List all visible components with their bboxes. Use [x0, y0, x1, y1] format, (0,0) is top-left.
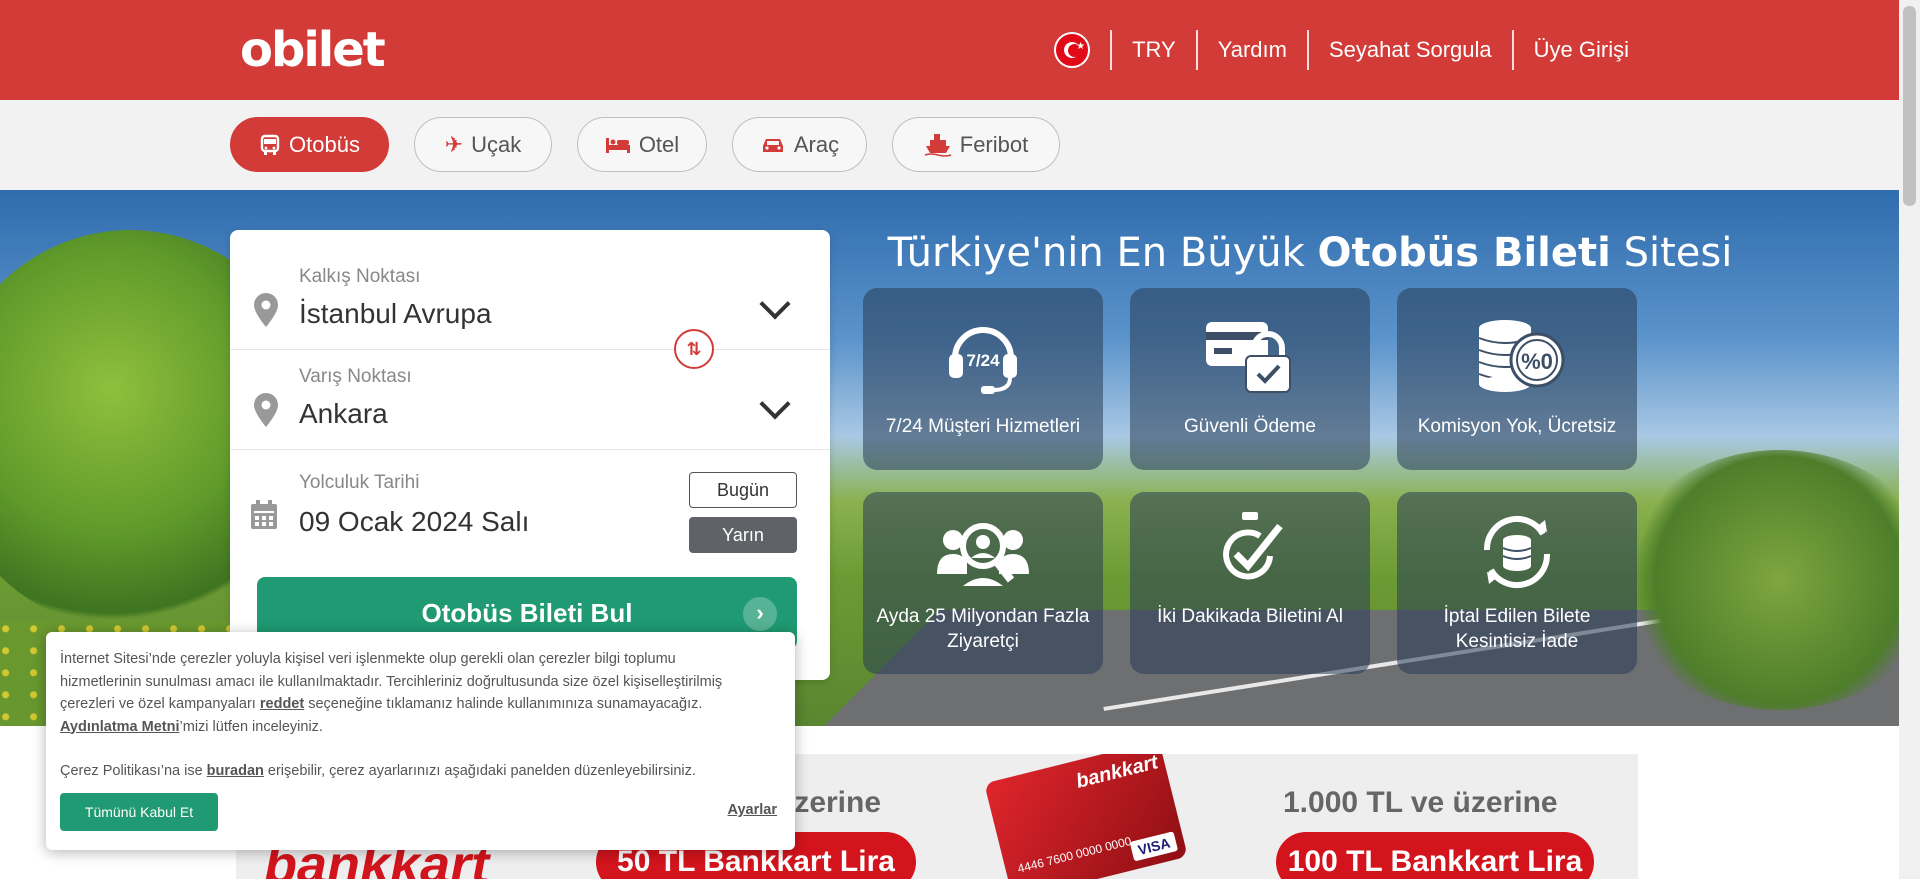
cookie-text-line: çerezleri ve özel kampanyaları reddet se… — [60, 693, 780, 716]
visitors-icon — [937, 523, 1029, 586]
trip-query-link[interactable]: Seyahat Sorgula — [1306, 30, 1512, 70]
cookie-consent-popup: İnternet Sitesi’nde çerezler yoluyla kiş… — [46, 632, 795, 850]
cookie-text-segment: Çerez Politikası’na ise — [60, 763, 207, 779]
tab-bus-label: Otobüs — [289, 131, 360, 157]
member-login-link[interactable]: Üye Girişi — [1511, 30, 1649, 70]
feature-visitors: Ayda 25 Milyondan Fazla Ziyaretçi — [863, 492, 1103, 674]
headset-icon: 7/24 — [949, 327, 1017, 394]
cookie-text-segment: seçeneğine tıklamanız halinde kullanımın… — [304, 696, 703, 712]
feature-secure-payment: Güvenli Ödeme — [1130, 288, 1370, 470]
plane-icon: ✈ — [444, 131, 464, 157]
reject-link[interactable]: reddet — [260, 696, 304, 712]
destination-value: Ankara — [299, 398, 388, 429]
feature-label: İptal Edilen Bilete Kesintisiz İade — [1443, 606, 1591, 652]
tab-flight-label: Uçak — [471, 131, 522, 157]
cookie-text-segment: çerezleri ve özel kampanyaları — [60, 696, 260, 712]
feature-label: İki Dakikada Biletini Al — [1157, 606, 1343, 627]
stopwatch-check-icon — [1223, 512, 1283, 580]
bus-search-form: Kalkış Noktası İstanbul Avrupa ⇅ Varış N… — [230, 230, 830, 680]
bus-icon — [260, 134, 280, 155]
tab-ferry[interactable]: Feribot — [892, 117, 1060, 172]
feature-label: Ayda 25 Milyondan Fazla Ziyaretçi — [876, 606, 1090, 652]
cookie-text-line: Çerez Politikası’na ise buradan erişebil… — [60, 760, 780, 783]
tab-hotel-label: Otel — [638, 131, 680, 157]
cookie-text-line: İnternet Sitesi’nde çerezler yoluyla kiş… — [60, 651, 676, 667]
hero-title: Türkiye'nin En Büyük Otobüs Bileti Sites… — [860, 230, 1760, 276]
promo-right-text: 1.000 TL ve üzerine — [1283, 786, 1558, 819]
features-grid: 7/24 7/24 Müşteri Hizmetleri Güvenli Öde… — [863, 288, 1637, 674]
help-link[interactable]: Yardım — [1195, 30, 1307, 70]
chevron-right-icon: › — [743, 597, 777, 631]
credit-card-image: bankkart 4446 7600 0000 0000 VISA — [984, 754, 1188, 879]
car-icon — [762, 138, 783, 152]
tab-flight[interactable]: ✈ Uçak — [414, 117, 552, 172]
destination-field[interactable]: Varış Noktası Ankara — [230, 350, 830, 450]
feature-label: Güvenli Ödeme — [1183, 416, 1316, 437]
date-label: Yolculuk Tarihi — [299, 472, 420, 493]
origin-label: Kalkış Noktası — [299, 266, 421, 287]
feature-label: Komisyon Yok, Ücretsiz — [1417, 416, 1617, 437]
accept-all-cookies-button[interactable]: Tümünü Kabul Et — [60, 793, 218, 831]
hero-title-bold: Otobüs Bileti — [1317, 230, 1611, 276]
cookie-text-segment: ’mizi lütfen inceleyiniz. — [179, 718, 323, 735]
privacy-notice-link[interactable]: Aydınlatma Metni — [60, 719, 180, 735]
location-pin-icon — [254, 293, 278, 327]
chevron-down-icon[interactable] — [759, 388, 791, 420]
feature-support: 7/24 7/24 Müşteri Hizmetleri — [863, 288, 1103, 470]
today-button[interactable]: Bugün — [689, 472, 797, 508]
hero-title-post: Sitesi — [1610, 230, 1733, 276]
coins-icon-text: %0 — [1521, 349, 1553, 374]
calendar-icon — [251, 500, 277, 529]
location-pin-icon — [254, 393, 278, 427]
hero-title-pre: Türkiye'nin En Büyük — [887, 230, 1318, 276]
cookie-text-segment: erişebilir, çerez ayarlarınızı aşağıdaki… — [263, 763, 696, 779]
tab-bus[interactable]: Otobüs — [230, 117, 389, 172]
card-brand: bankkart — [1073, 754, 1161, 793]
origin-field[interactable]: Kalkış Noktası İstanbul Avrupa — [230, 230, 830, 350]
origin-value: İstanbul Avrupa — [299, 298, 492, 329]
coins-icon: %0 — [1478, 320, 1565, 392]
card-number: 4446 7600 0000 0000 — [1016, 833, 1133, 876]
date-value: 09 Ocak 2024 Salı — [299, 506, 530, 537]
tab-car-label: Araç — [793, 131, 840, 157]
tab-car[interactable]: Araç — [732, 117, 867, 172]
feature-no-commission: %0 Komisyon Yok, Ücretsiz — [1397, 288, 1637, 470]
feature-refund: İptal Edilen Bilete Kesintisiz İade — [1397, 492, 1637, 674]
page-scrollbar[interactable] — [1899, 0, 1920, 879]
feature-two-minutes: İki Dakikada Biletini Al — [1130, 492, 1370, 674]
turkey-flag-icon[interactable]: ★ — [1054, 32, 1091, 68]
top-header: obilet ★ TRY Yardım Seyahat Sorgula Üye … — [0, 0, 1899, 100]
scrollbar-thumb[interactable] — [1903, 6, 1916, 206]
product-tabs: Otobüs ✈ Uçak Otel Araç Feribot — [0, 100, 1899, 190]
promo-right-pill: 100 TL Bankkart Lira — [1276, 832, 1594, 879]
tab-hotel[interactable]: Otel — [577, 117, 707, 172]
visa-logo: VISA — [1129, 831, 1179, 862]
header-nav: ★ TRY Yardım Seyahat Sorgula Üye Girişi — [1054, 28, 1649, 72]
headset-icon-text: 7/24 — [966, 351, 1000, 370]
cookie-text-line: hizmetlerinin sunulması amacı ile kullan… — [60, 673, 723, 690]
tomorrow-button[interactable]: Yarın — [689, 517, 797, 553]
chevron-down-icon[interactable] — [759, 288, 791, 320]
cookie-text-line: Aydınlatma Metni’mizi lütfen inceleyiniz… — [60, 716, 780, 739]
tab-ferry-label: Feribot — [959, 131, 1029, 157]
secure-card-icon — [1206, 322, 1291, 393]
obilet-logo[interactable]: obilet — [240, 22, 386, 78]
feature-label: 7/24 Müşteri Hizmetleri — [885, 416, 1081, 437]
find-bus-ticket-label: Otobüs Bileti Bul — [421, 598, 633, 628]
destination-label: Varış Noktası — [299, 366, 412, 387]
refund-icon — [1483, 515, 1551, 589]
ferry-icon — [924, 133, 951, 157]
currency-selector[interactable]: TRY — [1110, 30, 1196, 70]
cookie-policy-link[interactable]: buradan — [207, 763, 264, 779]
bed-icon — [605, 137, 630, 153]
cookie-settings-link[interactable]: Ayarlar — [728, 802, 777, 818]
